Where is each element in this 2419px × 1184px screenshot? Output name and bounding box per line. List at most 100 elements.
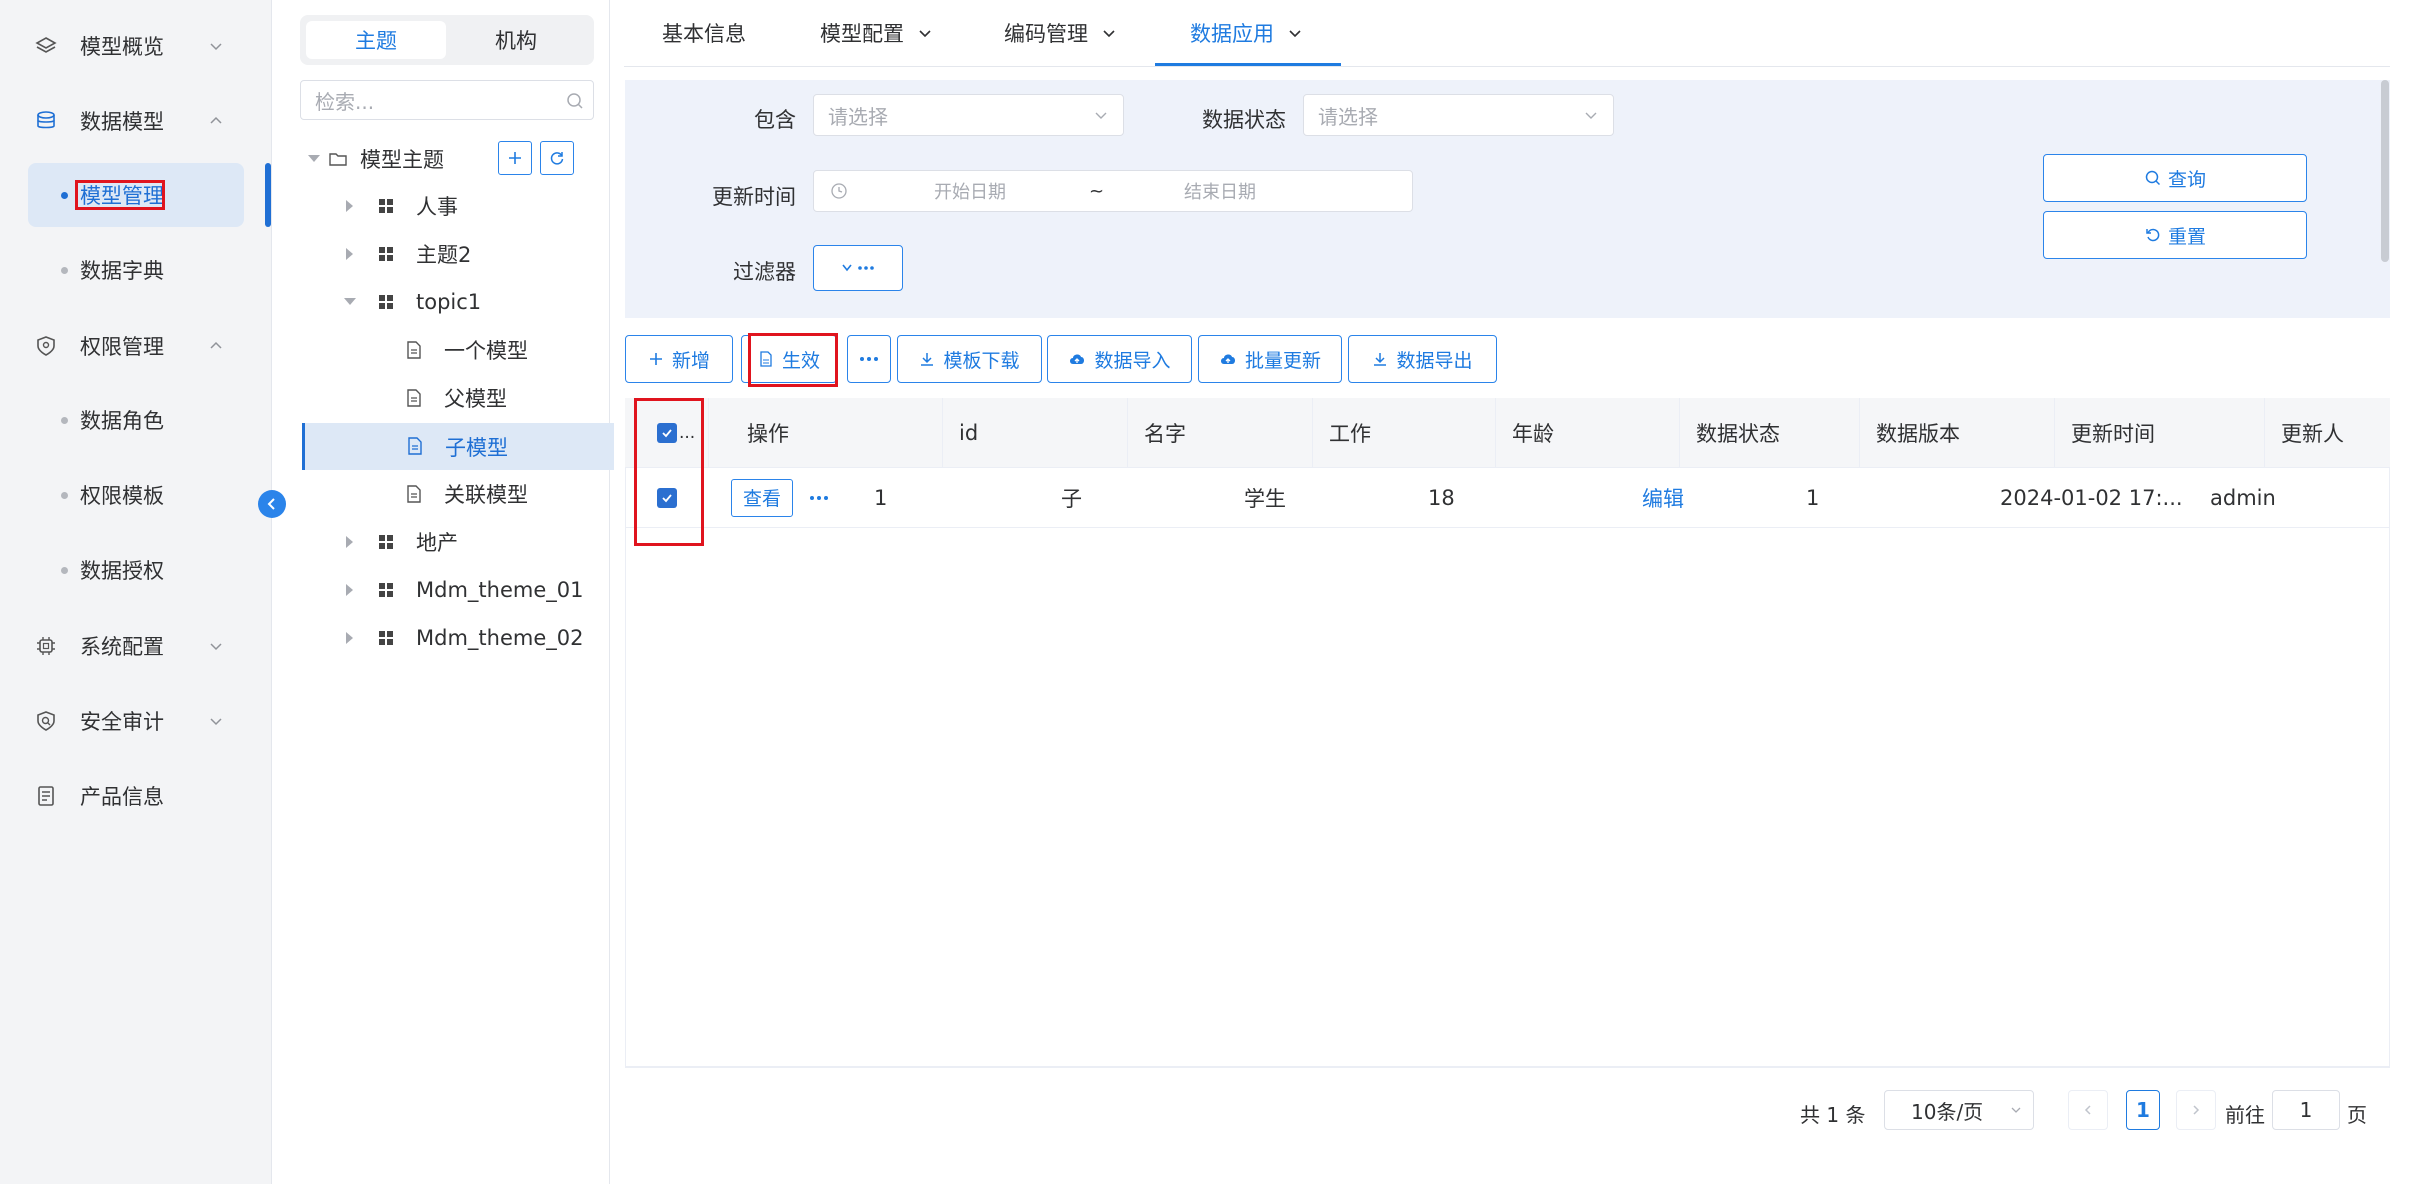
header-age[interactable]: 年龄 xyxy=(1496,398,1680,467)
nav-label: 权限管理 xyxy=(80,335,164,359)
add-button[interactable]: 新增 xyxy=(625,335,733,383)
nav-model-management[interactable]: 模型管理 xyxy=(28,163,244,227)
layers-icon xyxy=(34,34,58,58)
effective-button[interactable]: 生效 xyxy=(741,335,837,383)
tree-search-input[interactable]: 检索... xyxy=(300,80,594,120)
header-updater[interactable]: 更新人 xyxy=(2265,398,2390,467)
nav-data-authorization[interactable]: 数据授权 xyxy=(28,538,244,602)
header-data-status[interactable]: 数据状态 xyxy=(1680,398,1860,467)
header-update-time[interactable]: 更新时间 xyxy=(2055,398,2265,467)
collapse-sidebar-button[interactable] xyxy=(258,490,286,518)
tree-leaf[interactable]: 关联模型 xyxy=(300,472,612,516)
date-range-picker[interactable]: 开始日期 ~ 结束日期 xyxy=(813,170,1413,212)
row-select-cell[interactable] xyxy=(657,468,677,527)
tree-leaf[interactable]: 父模型 xyxy=(300,376,612,420)
nav-permission-template[interactable]: 权限模板 xyxy=(28,463,244,527)
tab-divider xyxy=(624,66,2390,67)
cell-data-status-link[interactable]: 编辑 xyxy=(1642,468,1684,527)
tab-model-config[interactable]: 模型配置 xyxy=(820,0,934,66)
tree-node[interactable]: 人事 xyxy=(300,184,612,228)
data-import-button[interactable]: 数据导入 xyxy=(1047,335,1192,383)
refresh-tree-button[interactable] xyxy=(540,141,574,175)
reset-button[interactable]: 重置 xyxy=(2043,211,2307,259)
button-label: 重置 xyxy=(2167,225,2206,248)
tree-node[interactable]: topic1 xyxy=(300,280,612,324)
contains-select[interactable]: 请选择 xyxy=(813,94,1124,136)
select-placeholder: 请选择 xyxy=(1318,104,1378,129)
nav-data-role[interactable]: 数据角色 xyxy=(28,388,244,452)
page-number-current[interactable]: 1 xyxy=(2126,1090,2160,1130)
header-name[interactable]: 名字 xyxy=(1128,398,1313,467)
template-download-button[interactable]: 模板下载 xyxy=(897,335,1042,383)
nav-data-dictionary[interactable]: 数据字典 xyxy=(28,238,244,302)
more-icon[interactable] xyxy=(809,495,829,501)
data-status-select[interactable]: 请选择 xyxy=(1303,94,1614,136)
add-node-button[interactable] xyxy=(498,141,532,175)
grid-icon xyxy=(379,199,393,213)
nav-model-overview[interactable]: 模型概览 xyxy=(0,10,272,82)
plus-icon xyxy=(649,353,662,365)
tab-basic-info[interactable]: 基本信息 xyxy=(662,0,746,66)
start-date-placeholder: 开始日期 xyxy=(934,182,1006,203)
header-data-version[interactable]: 数据版本 xyxy=(1860,398,2055,467)
nav-permission-management[interactable]: 权限管理 xyxy=(0,310,272,382)
dot xyxy=(61,566,68,574)
view-button[interactable]: 查看 xyxy=(731,478,793,517)
row-actions: 查看 xyxy=(731,468,829,527)
nav-data-model[interactable]: 数据模型 xyxy=(0,85,272,157)
header-id[interactable]: id xyxy=(943,398,1128,467)
tab-organization[interactable]: 机构 xyxy=(446,21,586,59)
chevron-up-icon xyxy=(210,116,222,124)
query-button[interactable]: 查询 xyxy=(2043,154,2307,202)
search-icon xyxy=(2145,170,2161,186)
active-indicator xyxy=(265,163,271,227)
prev-page-button[interactable] xyxy=(2068,1090,2108,1130)
page-size-value: 10条/页 xyxy=(1911,1099,1984,1124)
row-checkbox[interactable] xyxy=(657,487,677,508)
tab-theme[interactable]: 主题 xyxy=(306,21,446,59)
nav-security-audit[interactable]: 安全审计 xyxy=(0,685,272,757)
shield-icon xyxy=(34,334,58,358)
tree-node[interactable]: 地产 xyxy=(300,520,612,564)
search-placeholder: 检索... xyxy=(315,89,375,114)
tree-tab-switch: 主题 机构 xyxy=(300,15,594,65)
filter-dropdown-icon xyxy=(842,264,874,272)
nav-system-config[interactable]: 系统配置 xyxy=(0,610,272,682)
cloud-upload-icon xyxy=(1220,354,1235,364)
cell-age: 18 xyxy=(1428,485,1455,510)
tab-data-application[interactable]: 数据应用 xyxy=(1190,0,1304,66)
tree-node[interactable]: 主题2 xyxy=(300,232,612,276)
tab-code-management[interactable]: 编码管理 xyxy=(1004,0,1118,66)
more-actions-button[interactable] xyxy=(847,335,891,383)
download-icon xyxy=(921,353,934,366)
chevron-left-icon xyxy=(2084,1105,2091,1115)
chevron-down-icon xyxy=(1585,112,1597,119)
update-time-label: 更新时间 xyxy=(712,185,796,209)
batch-update-button[interactable]: 批量更新 xyxy=(1198,335,1342,383)
filter-dropdown-button[interactable] xyxy=(813,245,903,291)
cell-updater: admin xyxy=(2210,485,2276,510)
goto-label: 前往 xyxy=(2225,1103,2265,1127)
tree-node-label: 父模型 xyxy=(444,387,507,411)
tree-node[interactable]: Mdm_theme_01 xyxy=(300,568,612,612)
page-size-select[interactable]: 10条/页 xyxy=(1884,1090,2034,1130)
select-all-cell[interactable]: ... xyxy=(625,398,709,467)
chevron-up-icon xyxy=(210,341,222,349)
tree-node[interactable]: Mdm_theme_02 xyxy=(300,616,612,660)
next-page-button[interactable] xyxy=(2176,1090,2216,1130)
filter-label: 过滤器 xyxy=(733,260,796,284)
select-all-checkbox[interactable] xyxy=(657,422,677,443)
data-export-button[interactable]: 数据导出 xyxy=(1348,335,1497,383)
page-suffix: 页 xyxy=(2347,1103,2367,1127)
filter-scrollbar[interactable] xyxy=(2381,80,2389,262)
goto-page-input[interactable]: 1 xyxy=(2272,1090,2340,1130)
nav-product-info[interactable]: 产品信息 xyxy=(0,760,272,832)
data-status-label: 数据状态 xyxy=(1202,108,1286,132)
active-dot xyxy=(61,191,68,199)
tree-leaf-selected[interactable]: 子模型 xyxy=(302,423,614,470)
plus-icon xyxy=(509,152,521,164)
header-job[interactable]: 工作 xyxy=(1313,398,1496,467)
file-icon xyxy=(407,389,421,407)
tree-leaf[interactable]: 一个模型 xyxy=(300,328,612,372)
side-nav: 模型概览 数据模型 模型管理 数据字典 权限管理 数据角色 权限模板 数据授权 xyxy=(0,0,272,1184)
